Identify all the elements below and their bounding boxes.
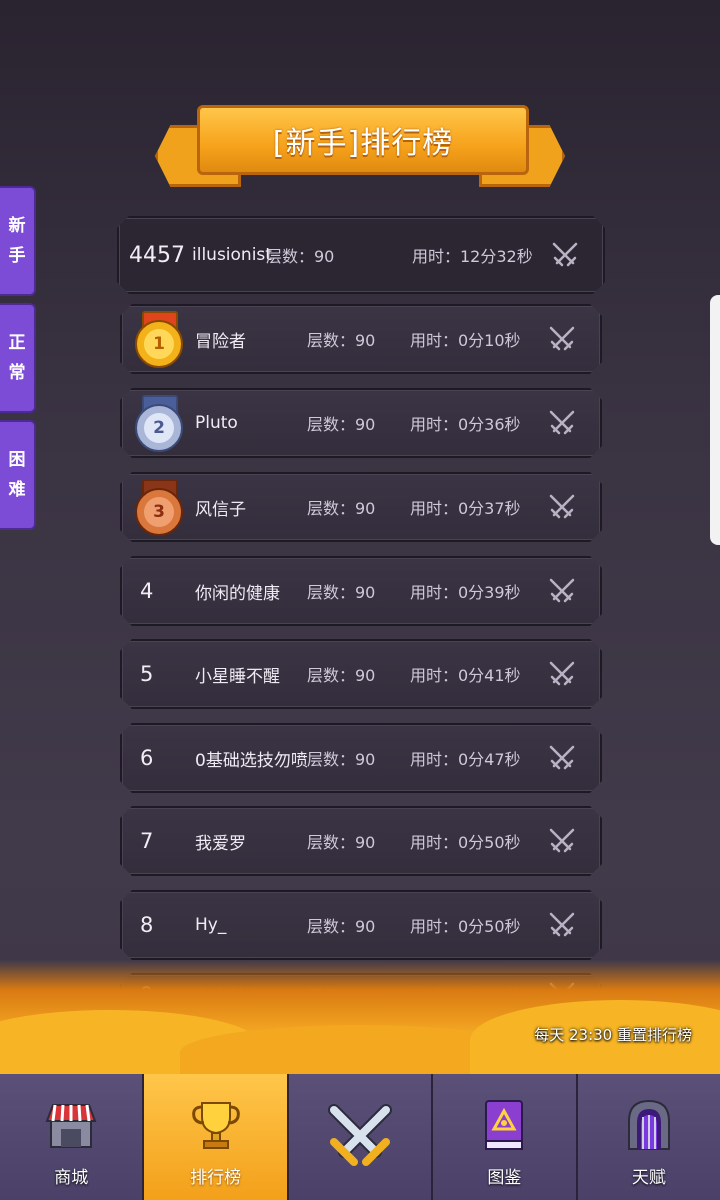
crossed-swords-icon[interactable] (546, 825, 578, 857)
tab-hard-char-1: 困 (8, 450, 26, 470)
floors-value: 层数：90 (307, 750, 376, 769)
trophy-icon (191, 1102, 240, 1149)
crossed-swords-icon[interactable] (546, 323, 578, 355)
floors-value: 层数：90 (307, 415, 376, 434)
floors-value: 层数：90 (307, 666, 376, 685)
rank-number: 1 (144, 329, 174, 359)
tab-hard[interactable]: 困 难 (0, 420, 36, 530)
player-name: 小星睡不醒 (195, 666, 280, 687)
player-name: 风信子 (195, 499, 246, 520)
rank-number: 3 (144, 497, 174, 527)
tab-normal-char-1: 正 (8, 333, 26, 353)
table-row: 2 Pluto 层数：90 用时：0分36秒 (120, 388, 602, 458)
time-value: 用时：0分10秒 (410, 331, 521, 350)
table-row: 8 Hy_ 层数：90 用时：0分50秒 (120, 890, 602, 960)
crossed-swords-icon[interactable] (549, 239, 581, 271)
nav-leaderboard-label: 排行榜 (190, 1168, 242, 1188)
crossed-swords-icon[interactable] (546, 575, 578, 607)
time-value: 用时：0分47秒 (410, 750, 521, 769)
tab-normal[interactable]: 正 常 (0, 303, 36, 413)
nav-talent-label: 天赋 (631, 1168, 666, 1188)
crossed-swords-icon[interactable] (546, 742, 578, 774)
player-name: 我爱罗 (195, 833, 246, 854)
floors-value: 层数：90 (307, 917, 376, 936)
title-banner: [新手]排行榜 (155, 105, 565, 187)
table-row: 7 我爱罗 层数：90 用时：0分50秒 (120, 806, 602, 876)
floors-value: 层数：90 (307, 833, 376, 852)
bottom-nav: 商城 排行榜 图鉴 天赋 (0, 1074, 720, 1200)
table-row: 5 小星睡不醒 层数：90 用时：0分41秒 (120, 639, 602, 709)
self-rank-row: 4457 illusionist 层数：90 用时：12分32秒 (117, 216, 605, 294)
gold-medal-icon: 1 (132, 311, 184, 367)
floors-value: 层数：90 (307, 331, 376, 350)
player-name: 冒险者 (195, 331, 246, 352)
nav-shop[interactable]: 商城 (0, 1074, 145, 1200)
edge-pull-handle[interactable] (710, 295, 720, 545)
player-name: 0基础选技勿喷 (195, 750, 308, 771)
crossed-swords-icon[interactable] (546, 407, 578, 439)
floors-value: 层数：90 (307, 583, 376, 602)
rank-number: 5 (140, 662, 154, 686)
rank-number: 6 (140, 746, 154, 770)
nav-shop-label: 商城 (54, 1168, 89, 1188)
portal-gate-icon (627, 1099, 670, 1150)
bronze-medal-icon: 3 (132, 479, 184, 535)
table-row: 3 风信子 层数：90 用时：0分37秒 (120, 472, 602, 542)
time-value: 用时：0分36秒 (410, 415, 521, 434)
time-value: 用时：0分50秒 (410, 917, 521, 936)
time-value: 用时：0分50秒 (410, 833, 521, 852)
reset-note: 每天 23:30 重置排行榜 (534, 1026, 692, 1044)
time-value: 用时：0分37秒 (410, 499, 521, 518)
tab-novice-char-1: 新 (8, 216, 26, 236)
self-time: 用时：12分32秒 (412, 247, 533, 266)
crossed-swords-icon[interactable] (546, 658, 578, 690)
tab-normal-char-2: 常 (8, 363, 26, 383)
table-row: 6 0基础选技勿喷 层数：90 用时：0分47秒 (120, 723, 602, 793)
time-value: 用时：0分41秒 (410, 666, 521, 685)
nav-codex-label: 图鉴 (487, 1168, 522, 1188)
nav-talent[interactable]: 天赋 (577, 1074, 720, 1200)
shop-icon (45, 1104, 97, 1148)
player-name: Pluto (195, 413, 238, 433)
self-floors: 层数：90 (266, 247, 335, 266)
nav-leaderboard[interactable]: 排行榜 (144, 1074, 289, 1200)
tab-novice-char-2: 手 (8, 246, 26, 266)
player-name: Hy_ (195, 915, 227, 935)
nav-codex[interactable]: 图鉴 (433, 1074, 578, 1200)
crossed-swords-icon[interactable] (546, 909, 578, 941)
rank-number: 8 (140, 913, 154, 937)
book-icon (485, 1100, 524, 1150)
table-row: 4 你闲的健康 层数：90 用时：0分39秒 (120, 556, 602, 626)
tab-hard-char-2: 难 (8, 480, 26, 500)
rank-number: 4 (140, 579, 154, 603)
page-title: [新手]排行榜 (197, 105, 529, 175)
crossed-swords-icon[interactable] (546, 491, 578, 523)
rank-number: 7 (140, 829, 154, 853)
tab-novice[interactable]: 新 手 (0, 186, 36, 296)
time-value: 用时：0分39秒 (410, 583, 521, 602)
lava-decoration (0, 960, 720, 1080)
rank-number: 2 (144, 413, 174, 443)
silver-medal-icon: 2 (132, 395, 184, 451)
self-name: illusionist (192, 245, 272, 265)
player-name: 你闲的健康 (195, 583, 280, 604)
crossed-swords-icon (328, 1104, 393, 1166)
table-row: 1 冒险者 层数：90 用时：0分10秒 (120, 304, 602, 374)
nav-battle[interactable] (288, 1074, 434, 1200)
floors-value: 层数：90 (307, 499, 376, 518)
self-rank: 4457 (129, 242, 185, 268)
